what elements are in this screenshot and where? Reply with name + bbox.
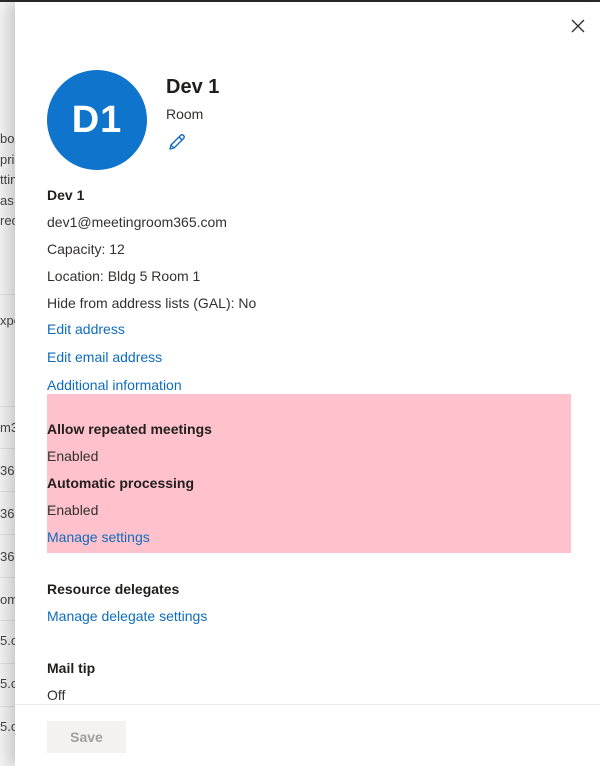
location-text: Location: Bldg 5 Room 1 — [47, 268, 201, 284]
room-type: Room — [166, 106, 204, 122]
automatic-processing-heading: Automatic processing — [47, 475, 195, 491]
additional-information-link[interactable]: Additional information — [47, 376, 182, 394]
allow-repeated-heading: Allow repeated meetings — [47, 421, 212, 437]
background-text-fragment: 5.co — [0, 719, 16, 734]
hide-from-gal-text: Hide from address lists (GAL): No — [47, 295, 257, 311]
capacity-text: Capacity: 12 — [47, 241, 125, 257]
edit-email-link[interactable]: Edit email address — [47, 348, 162, 366]
edit-address-link[interactable]: Edit address — [47, 320, 125, 338]
background-text-fragment: as a — [0, 193, 16, 208]
email-text: dev1@meetingroom365.com — [47, 214, 227, 230]
background-text-fragment: 365. — [0, 506, 16, 521]
save-button[interactable]: Save — [47, 721, 126, 753]
automatic-processing-value: Enabled — [47, 502, 99, 518]
background-divider — [0, 663, 16, 664]
background-divider — [0, 620, 16, 621]
background-text-fragment: prio — [0, 152, 16, 167]
background-divider — [0, 294, 16, 295]
background-text-fragment: 365. — [0, 549, 16, 564]
background-text-fragment: 5.co — [0, 633, 16, 648]
background-divider — [0, 406, 16, 407]
mail-tip-heading: Mail tip — [47, 660, 96, 676]
close-icon — [571, 19, 585, 33]
background-text-fragment: box — [0, 131, 16, 146]
background-divider — [0, 577, 16, 578]
background-text-fragment: ttin — [0, 172, 16, 187]
background-text-fragment: 5.co — [0, 676, 16, 691]
close-button[interactable] — [568, 16, 588, 36]
edit-name-button[interactable] — [167, 132, 187, 152]
background-divider — [0, 534, 16, 535]
background-text-fragment: rec — [0, 213, 16, 228]
room-name: Dev 1 — [166, 76, 220, 98]
background-text-fragment: xpo — [0, 313, 16, 328]
pencil-icon — [169, 134, 185, 150]
resource-delegates-heading: Resource delegates — [47, 581, 180, 597]
footer-divider — [15, 704, 600, 705]
avatar-initials: D1 — [71, 98, 123, 141]
display-name-label: Dev 1 — [47, 187, 85, 203]
avatar: D1 — [47, 70, 147, 170]
background-text-fragment: 365. — [0, 463, 16, 478]
allow-repeated-value: Enabled — [47, 448, 99, 464]
mail-tip-value: Off — [47, 687, 66, 703]
background-text-fragment: m36 — [0, 420, 16, 435]
background-divider — [0, 448, 16, 449]
background-divider — [0, 491, 16, 492]
manage-settings-link[interactable]: Manage settings — [47, 528, 150, 546]
background-divider — [0, 706, 16, 707]
background-text-fragment: om — [0, 592, 16, 607]
manage-delegate-settings-link[interactable]: Manage delegate settings — [47, 607, 207, 625]
